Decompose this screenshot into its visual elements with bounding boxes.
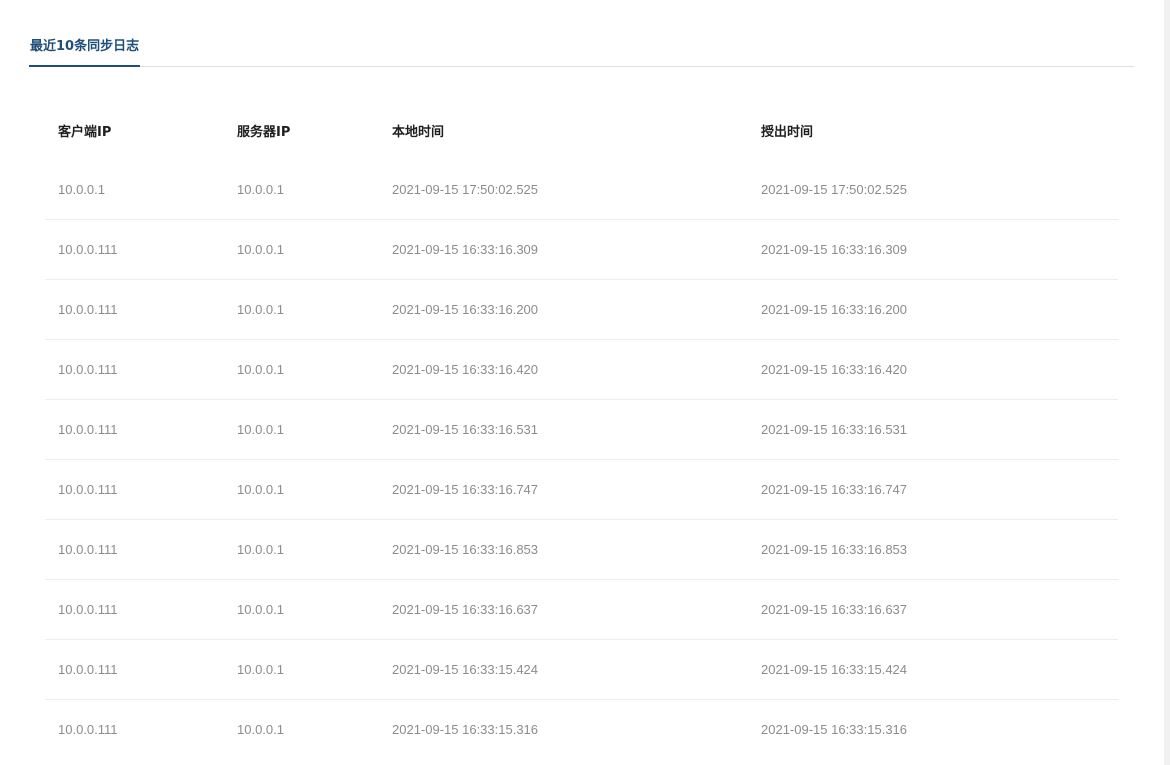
issued-time-cell: 2021-09-15 16:33:16.531 — [761, 422, 908, 437]
local-time-cell: 2021-09-15 16:33:16.747 — [392, 482, 539, 497]
column-header-client-ip: 客户端IP — [58, 125, 112, 140]
client-ip-cell: 10.0.0.1 — [58, 182, 105, 197]
table-row: 10.0.0.111 10.0.0.1 2021-09-15 16:33:15.… — [45, 640, 1118, 700]
table-row: 10.0.0.1 10.0.0.1 2021-09-15 17:50:02.52… — [45, 160, 1118, 220]
table-row: 10.0.0.111 10.0.0.1 2021-09-15 16:33:16.… — [45, 220, 1118, 280]
tab-recent-sync-logs[interactable]: 最近10条同步日志 — [29, 32, 141, 67]
local-time-cell: 2021-09-15 16:33:16.531 — [392, 422, 539, 437]
tab-label: 最近10条同步日志 — [30, 39, 140, 54]
server-ip-cell: 10.0.0.1 — [237, 542, 284, 557]
local-time-cell: 2021-09-15 16:33:15.424 — [392, 662, 539, 677]
issued-time-cell: 2021-09-15 16:33:15.424 — [761, 662, 908, 677]
table-row: 10.0.0.111 10.0.0.1 2021-09-15 16:33:16.… — [45, 460, 1118, 520]
client-ip-cell: 10.0.0.111 — [58, 302, 118, 317]
client-ip-cell: 10.0.0.111 — [58, 662, 118, 677]
table-row: 10.0.0.111 10.0.0.1 2021-09-15 16:33:15.… — [45, 700, 1118, 759]
client-ip-cell: 10.0.0.111 — [58, 542, 118, 557]
client-ip-cell: 10.0.0.111 — [58, 362, 118, 377]
client-ip-cell: 10.0.0.111 — [58, 422, 118, 437]
table-row: 10.0.0.111 10.0.0.1 2021-09-15 16:33:16.… — [45, 520, 1118, 580]
client-ip-cell: 10.0.0.111 — [58, 482, 118, 497]
issued-time-cell: 2021-09-15 16:33:16.853 — [761, 542, 908, 557]
table-row: 10.0.0.111 10.0.0.1 2021-09-15 16:33:16.… — [45, 580, 1118, 640]
issued-time-cell: 2021-09-15 16:33:16.637 — [761, 602, 908, 617]
local-time-cell: 2021-09-15 16:33:16.853 — [392, 542, 539, 557]
tab-bar: 最近10条同步日志 — [29, 32, 1134, 67]
server-ip-cell: 10.0.0.1 — [237, 662, 284, 677]
table-row: 10.0.0.111 10.0.0.1 2021-09-15 16:33:16.… — [45, 400, 1118, 460]
client-ip-cell: 10.0.0.111 — [58, 722, 118, 737]
issued-time-cell: 2021-09-15 16:33:16.747 — [761, 482, 908, 497]
local-time-cell: 2021-09-15 16:33:15.316 — [392, 722, 539, 737]
local-time-cell: 2021-09-15 16:33:16.637 — [392, 602, 539, 617]
table-header-row: 客户端IP 服务器IP 本地时间 授出时间 — [45, 101, 1118, 160]
sync-log-page: 最近10条同步日志 客户端IP 服务器IP 本地时间 授出时间 10.0.0.1… — [0, 0, 1170, 765]
sync-log-table: 客户端IP 服务器IP 本地时间 授出时间 10.0.0.1 10.0.0.1 … — [45, 101, 1118, 759]
column-header-local-time: 本地时间 — [392, 125, 445, 140]
server-ip-cell: 10.0.0.1 — [237, 182, 284, 197]
issued-time-cell: 2021-09-15 16:33:16.420 — [761, 362, 908, 377]
issued-time-cell: 2021-09-15 16:33:15.316 — [761, 722, 908, 737]
issued-time-cell: 2021-09-15 16:33:16.309 — [761, 242, 908, 257]
client-ip-cell: 10.0.0.111 — [58, 602, 118, 617]
local-time-cell: 2021-09-15 17:50:02.525 — [392, 182, 539, 197]
client-ip-cell: 10.0.0.111 — [58, 242, 118, 257]
table-row: 10.0.0.111 10.0.0.1 2021-09-15 16:33:16.… — [45, 340, 1118, 400]
active-tab-indicator — [29, 65, 141, 67]
local-time-cell: 2021-09-15 16:33:16.200 — [392, 302, 539, 317]
issued-time-cell: 2021-09-15 17:50:02.525 — [761, 182, 908, 197]
column-header-issued-time: 授出时间 — [761, 125, 814, 140]
column-header-server-ip: 服务器IP — [237, 125, 291, 140]
server-ip-cell: 10.0.0.1 — [237, 362, 284, 377]
server-ip-cell: 10.0.0.1 — [237, 302, 284, 317]
table-row: 10.0.0.111 10.0.0.1 2021-09-15 16:33:16.… — [45, 280, 1118, 340]
local-time-cell: 2021-09-15 16:33:16.309 — [392, 242, 539, 257]
issued-time-cell: 2021-09-15 16:33:16.200 — [761, 302, 908, 317]
server-ip-cell: 10.0.0.1 — [237, 482, 284, 497]
server-ip-cell: 10.0.0.1 — [237, 242, 284, 257]
server-ip-cell: 10.0.0.1 — [237, 722, 284, 737]
server-ip-cell: 10.0.0.1 — [237, 422, 284, 437]
local-time-cell: 2021-09-15 16:33:16.420 — [392, 362, 539, 377]
server-ip-cell: 10.0.0.1 — [237, 602, 284, 617]
vertical-scrollbar[interactable] — [1164, 0, 1170, 765]
